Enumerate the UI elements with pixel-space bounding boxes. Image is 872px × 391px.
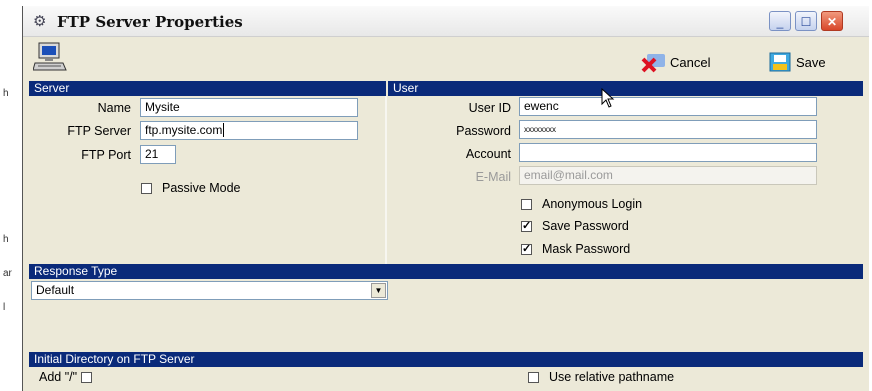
password-field[interactable]: xxxxxxxx — [519, 120, 817, 139]
use-relative-pathname-label: Use relative pathname — [549, 370, 675, 384]
ftp-server-field[interactable]: ftp.mysite.com — [140, 121, 358, 140]
save-password-box[interactable]: ✓ — [521, 220, 532, 232]
mask-password-box[interactable]: ✓ — [521, 243, 532, 255]
minimize-button[interactable]: _ — [769, 11, 791, 31]
anonymous-login-label: Anonymous Login — [542, 197, 643, 211]
ftp-server-properties-window: ⚙ FTP Server Properties _ ☐ ✕ Cancel Sav… — [22, 6, 869, 391]
close-button[interactable]: ✕ — [821, 11, 843, 31]
name-label: Name — [97, 101, 131, 115]
mask-password-checkbox[interactable]: ✓ Mask Password — [521, 242, 630, 256]
account-label: Account — [465, 147, 511, 161]
user-section-header: User — [388, 81, 863, 96]
server-section-header: Server — [29, 81, 386, 96]
save-password-label: Save Password — [542, 219, 629, 233]
background-text: l — [3, 302, 6, 313]
mask-password-label: Mask Password — [542, 242, 631, 256]
ftp-server-label: FTP Server — [67, 124, 131, 138]
response-type-select[interactable]: Default ▼ — [31, 281, 388, 300]
ftp-app-icon: ⚙ — [33, 13, 47, 30]
response-type-value: Default — [36, 283, 75, 297]
save-icon — [769, 52, 791, 72]
use-relative-pathname-checkbox[interactable]: Use relative pathname — [528, 370, 674, 384]
initial-directory-header: Initial Directory on FTP Server — [29, 352, 863, 367]
title-bar[interactable]: ⚙ FTP Server Properties _ ☐ ✕ — [23, 6, 869, 37]
background-text: h — [3, 88, 9, 99]
user-id-label: User ID — [468, 101, 511, 115]
text-cursor — [223, 123, 225, 137]
computer-icon — [32, 42, 67, 72]
cancel-button-label: Cancel — [670, 54, 711, 70]
add-slash-box[interactable] — [81, 371, 93, 383]
anonymous-login-checkbox[interactable]: Anonymous Login — [521, 197, 642, 211]
cancel-icon — [641, 54, 665, 73]
cancel-button[interactable]: Cancel — [641, 50, 710, 74]
ftp-server-value: ftp.mysite.com — [145, 123, 223, 137]
user-id-field[interactable]: ewenc — [519, 97, 817, 116]
background-text: h — [3, 234, 9, 245]
add-slash-label: Add "/" — [39, 370, 78, 384]
save-password-checkbox[interactable]: ✓ Save Password — [521, 219, 629, 233]
passive-mode-label: Passive Mode — [162, 181, 241, 195]
email-label: E-Mail — [475, 170, 511, 184]
maximize-button[interactable]: ☐ — [795, 11, 817, 31]
add-slash-checkbox[interactable]: Add "/" — [39, 370, 93, 384]
name-field[interactable]: Mysite — [140, 98, 358, 117]
anonymous-login-box[interactable] — [521, 198, 532, 210]
save-button[interactable]: Save — [767, 50, 826, 74]
dropdown-arrow-icon[interactable]: ▼ — [371, 283, 386, 298]
ftp-port-label: FTP Port — [81, 148, 131, 162]
panel-divider — [385, 96, 387, 264]
passive-mode-box[interactable] — [141, 182, 152, 194]
use-relative-pathname-box[interactable] — [528, 371, 539, 383]
account-field[interactable] — [519, 143, 817, 162]
ftp-port-field[interactable]: 21 — [140, 145, 176, 164]
passive-mode-checkbox[interactable]: Passive Mode — [141, 181, 241, 195]
window-title: FTP Server Properties — [57, 13, 243, 31]
email-field[interactable]: email@mail.com — [519, 166, 817, 185]
background-text: ar — [3, 268, 12, 279]
response-type-header: Response Type — [29, 264, 863, 279]
mouse-cursor-icon — [601, 88, 615, 108]
background-window-edge: h h ar l — [0, 0, 22, 391]
password-label: Password — [456, 124, 511, 138]
save-button-label: Save — [796, 54, 826, 70]
